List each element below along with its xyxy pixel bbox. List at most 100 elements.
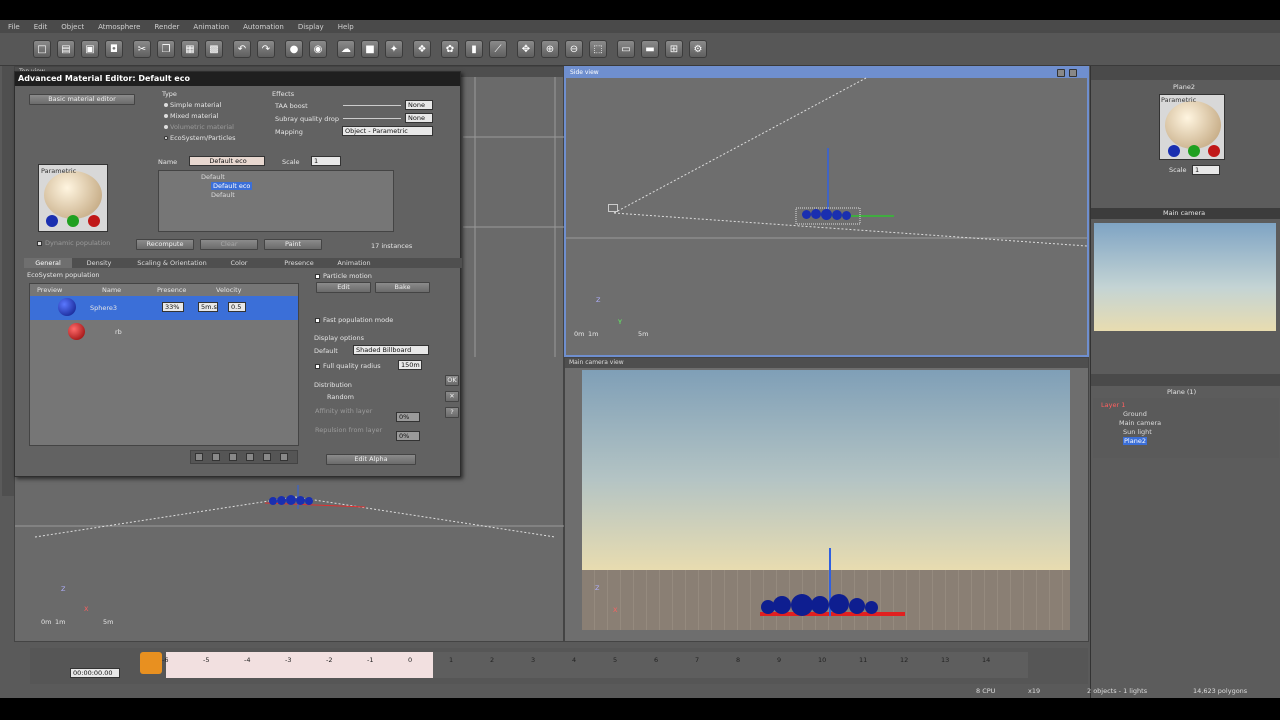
delete-icon[interactable] bbox=[280, 453, 288, 461]
velocity-extra-input[interactable]: 0.5 bbox=[228, 302, 246, 312]
velocity-input[interactable]: 5m.s bbox=[198, 302, 218, 312]
clapper-icon[interactable]: ▬ bbox=[641, 40, 659, 58]
particle-motion-checkbox[interactable]: Particle motion bbox=[315, 272, 372, 280]
name-input[interactable]: Default eco bbox=[189, 156, 265, 166]
keyframe-icon[interactable] bbox=[140, 652, 162, 674]
tab-color[interactable]: Color bbox=[224, 258, 254, 268]
tab-density[interactable]: Density bbox=[80, 258, 118, 268]
pan-icon[interactable]: ✥ bbox=[517, 40, 535, 58]
tree-plane2[interactable]: Plane2 bbox=[1123, 437, 1147, 445]
close-dialog-button[interactable]: ✕ bbox=[445, 391, 459, 402]
affinity-input[interactable]: 0% bbox=[396, 412, 420, 422]
time-input[interactable]: 00:00:00.00 bbox=[70, 668, 120, 678]
clear-button[interactable]: Clear bbox=[200, 239, 258, 250]
grid-icon[interactable]: ⊞ bbox=[665, 40, 683, 58]
new-file-icon[interactable]: □ bbox=[33, 40, 51, 58]
presence-input[interactable]: 33% bbox=[162, 302, 184, 312]
repulsion-input[interactable]: 0% bbox=[396, 431, 420, 441]
zoom-in-icon[interactable]: ⊕ bbox=[541, 40, 559, 58]
plant-icon[interactable] bbox=[229, 453, 237, 461]
add-object-icon[interactable] bbox=[195, 453, 203, 461]
fast-population-checkbox[interactable]: Fast population mode bbox=[315, 316, 393, 324]
menu-render[interactable]: Render bbox=[154, 23, 179, 31]
link-icon[interactable] bbox=[263, 453, 271, 461]
help-button[interactable]: ? bbox=[445, 407, 459, 418]
taa-slider[interactable] bbox=[343, 105, 401, 106]
edit-button[interactable]: Edit bbox=[316, 282, 371, 293]
population-row[interactable]: rb bbox=[30, 320, 298, 344]
duplicate-icon[interactable]: ▩ bbox=[205, 40, 223, 58]
wand-icon[interactable]: ✦ bbox=[385, 40, 403, 58]
tab-presence[interactable]: Presence bbox=[279, 258, 319, 268]
scissors-icon[interactable] bbox=[246, 453, 254, 461]
tree-layer-1[interactable]: Layer 1 bbox=[1101, 401, 1125, 409]
undo-icon[interactable]: ↶ bbox=[233, 40, 251, 58]
type-mixed[interactable]: Mixed material bbox=[164, 112, 218, 120]
brain-icon[interactable]: ✿ bbox=[441, 40, 459, 58]
tree-main-camera[interactable]: Main camera bbox=[1119, 419, 1161, 427]
menu-atmosphere[interactable]: Atmosphere bbox=[98, 23, 140, 31]
affinity-label: Affinity with layer bbox=[315, 407, 373, 415]
main-camera-viewport[interactable]: Main camera view Z X bbox=[564, 357, 1089, 642]
bake-button[interactable]: Bake bbox=[375, 282, 430, 293]
light-icon[interactable]: ☁ bbox=[337, 40, 355, 58]
display-mode-select[interactable]: Shaded Billboard bbox=[353, 345, 429, 355]
menu-object[interactable]: Object bbox=[61, 23, 84, 31]
camera-gizmo[interactable] bbox=[608, 204, 618, 212]
open-folder-icon[interactable]: ▤ bbox=[57, 40, 75, 58]
mapping-select[interactable]: Object - Parametric bbox=[342, 126, 433, 136]
subray-slider[interactable] bbox=[343, 118, 401, 119]
tree-sun-light[interactable]: Sun light bbox=[1123, 428, 1152, 436]
materials-icon[interactable]: ❖ bbox=[413, 40, 431, 58]
zoom-out-icon[interactable]: ⊖ bbox=[565, 40, 583, 58]
basic-editor-button[interactable]: Basic material editor bbox=[29, 94, 135, 105]
copy-icon[interactable]: ❐ bbox=[157, 40, 175, 58]
cut-icon[interactable]: ✂ bbox=[133, 40, 151, 58]
taa-input[interactable]: None bbox=[405, 100, 433, 110]
tab-general[interactable]: General bbox=[24, 258, 72, 268]
edit-alpha-button[interactable]: Edit Alpha bbox=[326, 454, 416, 465]
edit-object-icon[interactable] bbox=[212, 453, 220, 461]
timeline-track[interactable] bbox=[433, 652, 1028, 678]
ok-button[interactable]: OK bbox=[445, 375, 459, 386]
tree-default-eco[interactable]: Default eco bbox=[211, 182, 253, 190]
cube-icon[interactable]: ■ bbox=[361, 40, 379, 58]
render-icon[interactable]: ● bbox=[285, 40, 303, 58]
menu-help[interactable]: Help bbox=[338, 23, 354, 31]
axis-icon[interactable]: ⟋ bbox=[489, 40, 507, 58]
paint-button[interactable]: Paint bbox=[264, 239, 322, 250]
scale-input[interactable]: 1 bbox=[1192, 165, 1220, 175]
menu-display[interactable]: Display bbox=[298, 23, 324, 31]
type-simple[interactable]: Simple material bbox=[164, 101, 221, 109]
full-quality-checkbox[interactable]: Full quality radius bbox=[315, 362, 381, 370]
chart-icon[interactable]: ▮ bbox=[465, 40, 483, 58]
tree-default-group[interactable]: Default bbox=[201, 173, 225, 181]
scale-input[interactable]: 1 bbox=[311, 156, 341, 166]
tab-animation[interactable]: Animation bbox=[332, 258, 376, 268]
population-row-selected[interactable]: Sphere3 33% 5m.s 0.5 bbox=[30, 296, 298, 320]
tree-default-sub[interactable]: Default bbox=[211, 191, 235, 199]
menu-edit[interactable]: Edit bbox=[34, 23, 48, 31]
distribution-value[interactable]: Random bbox=[327, 393, 354, 401]
type-ecosystem[interactable]: EcoSystem/Particles bbox=[164, 134, 236, 142]
paste-icon[interactable]: ▦ bbox=[181, 40, 199, 58]
dynamic-population-checkbox[interactable]: Dynamic population bbox=[37, 239, 110, 247]
subray-input[interactable]: None bbox=[405, 113, 433, 123]
menu-file[interactable]: File bbox=[8, 23, 20, 31]
camera-preview[interactable] bbox=[1094, 223, 1276, 331]
lock-icon[interactable]: ◘ bbox=[105, 40, 123, 58]
side-view-viewport[interactable]: Side view Z Y 0m 1m 5m bbox=[564, 66, 1089, 357]
tab-scaling[interactable]: Scaling & Orientation bbox=[134, 258, 210, 268]
menu-animation[interactable]: Animation bbox=[193, 23, 229, 31]
tree-ground[interactable]: Ground bbox=[1123, 410, 1147, 418]
film-icon[interactable]: ▭ bbox=[617, 40, 635, 58]
fit-icon[interactable]: ⬚ bbox=[589, 40, 607, 58]
type-volumetric[interactable]: Volumetric material bbox=[164, 123, 234, 131]
save-icon[interactable]: ▣ bbox=[81, 40, 99, 58]
full-quality-input[interactable]: 150m bbox=[398, 360, 422, 370]
settings-icon[interactable]: ⚙ bbox=[689, 40, 707, 58]
render-area-icon[interactable]: ◉ bbox=[309, 40, 327, 58]
recompute-button[interactable]: Recompute bbox=[136, 239, 194, 250]
menu-automation[interactable]: Automation bbox=[243, 23, 284, 31]
redo-icon[interactable]: ↷ bbox=[257, 40, 275, 58]
